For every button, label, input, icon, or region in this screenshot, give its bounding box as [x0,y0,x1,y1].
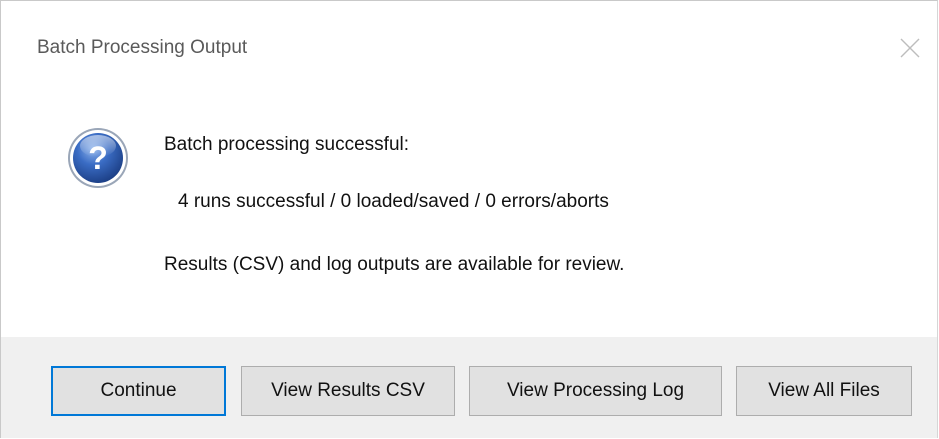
batch-output-dialog: Batch Processing Output ? Batch processi… [0,0,938,438]
continue-button[interactable]: Continue [51,366,226,416]
svg-text:?: ? [88,140,108,176]
title-bar[interactable]: Batch Processing Output [1,1,937,91]
button-bar: Continue View Results CSV View Processin… [1,337,937,438]
close-icon[interactable] [897,35,923,61]
view-all-files-button[interactable]: View All Files [736,366,912,416]
message-review-note: Results (CSV) and log outputs are availa… [164,254,625,275]
view-processing-log-button[interactable]: View Processing Log [469,366,722,416]
question-icon: ? [66,126,130,190]
view-results-csv-button[interactable]: View Results CSV [241,366,455,416]
message-run-summary: 4 runs successful / 0 loaded/saved / 0 e… [178,191,609,212]
message-heading: Batch processing successful: [164,134,410,155]
message-area: ? Batch processing successful: 4 runs su… [1,91,937,337]
window-title: Batch Processing Output [37,37,248,58]
